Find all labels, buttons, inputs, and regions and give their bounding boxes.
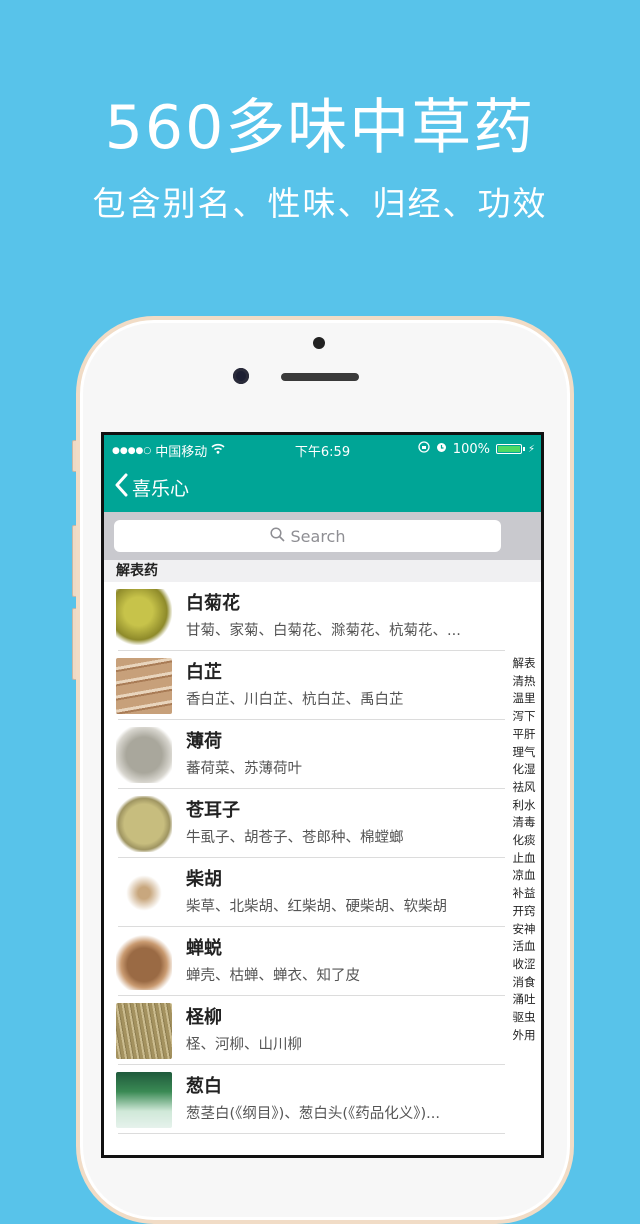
list-item[interactable]: 蝉蜕 蝉壳、枯蝉、蝉衣、知了皮 bbox=[104, 927, 541, 996]
list-item[interactable]: 柽柳 柽、河柳、山川柳 bbox=[104, 996, 541, 1065]
herb-name: 白芷 bbox=[186, 661, 222, 683]
index-item[interactable]: 活血 bbox=[513, 938, 536, 956]
herb-aliases: 牛虱子、胡苍子、苍郎种、棉螳螂 bbox=[186, 829, 404, 846]
herb-thumbnail bbox=[116, 1071, 172, 1128]
herb-aliases: 蝉壳、枯蝉、蝉衣、知了皮 bbox=[186, 967, 360, 984]
front-camera bbox=[233, 368, 249, 384]
index-item[interactable]: 收涩 bbox=[513, 956, 536, 974]
alarm-icon bbox=[436, 441, 447, 457]
promo-subline: 包含别名、性味、归经、功效 bbox=[92, 184, 548, 223]
index-item[interactable]: 平肝 bbox=[513, 726, 536, 744]
index-item[interactable]: 化湿 bbox=[513, 761, 536, 779]
list-item[interactable]: 白菊花 甘菊、家菊、白菊花、滁菊花、杭菊花、... bbox=[104, 582, 541, 651]
search-bar: Search bbox=[104, 512, 541, 560]
index-item[interactable]: 涌吐 bbox=[513, 991, 536, 1009]
herb-aliases: 蕃荷菜、苏薄荷叶 bbox=[186, 760, 302, 777]
herb-name: 葱白 bbox=[186, 1075, 222, 1097]
index-item[interactable]: 化痰 bbox=[513, 832, 536, 850]
index-item[interactable]: 解表 bbox=[513, 655, 536, 673]
index-item[interactable]: 祛风 bbox=[513, 779, 536, 797]
herb-aliases: 香白芷、川白芷、杭白芷、禹白芷 bbox=[186, 691, 404, 708]
herb-name: 白菊花 bbox=[186, 592, 240, 614]
index-item[interactable]: 利水 bbox=[513, 797, 536, 815]
list-item[interactable]: 白芷 香白芷、川白芷、杭白芷、禹白芷 bbox=[104, 651, 541, 720]
charging-icon: ⚡ bbox=[527, 443, 535, 455]
index-item[interactable]: 开窍 bbox=[513, 903, 536, 921]
herb-thumbnail bbox=[116, 657, 172, 714]
herb-name: 蝉蜕 bbox=[186, 937, 222, 959]
index-item[interactable]: 理气 bbox=[513, 744, 536, 762]
herb-thumbnail bbox=[116, 726, 172, 783]
navigation-bar: 喜乐心 bbox=[104, 463, 541, 512]
index-item[interactable]: 外用 bbox=[513, 1027, 536, 1045]
search-icon bbox=[269, 526, 285, 546]
index-item[interactable]: 清热 bbox=[513, 673, 536, 691]
herb-thumbnail bbox=[116, 588, 172, 645]
section-index[interactable]: 解表 清热 温里 泻下 平肝 理气 化湿 祛风 利水 清毒 化痰 止血 凉血 补… bbox=[509, 655, 539, 1044]
section-header: 解表药 bbox=[104, 560, 541, 582]
herb-thumbnail bbox=[116, 933, 172, 990]
herb-thumbnail bbox=[116, 795, 172, 852]
chevron-left-icon bbox=[114, 473, 128, 502]
index-item[interactable]: 安神 bbox=[513, 921, 536, 939]
index-item[interactable]: 清毒 bbox=[513, 814, 536, 832]
battery-percent: 100% bbox=[452, 441, 490, 457]
list-item[interactable]: 薄荷 蕃荷菜、苏薄荷叶 bbox=[104, 720, 541, 789]
index-item[interactable]: 止血 bbox=[513, 850, 536, 868]
herb-aliases: 葱茎白(《纲目》)、葱白头(《药品化义》)... bbox=[186, 1105, 440, 1122]
status-bar: ●●●●○ 中国移动 下午6:59 100% ⚡ bbox=[104, 435, 541, 463]
herb-name: 薄荷 bbox=[186, 730, 222, 752]
list-item[interactable]: 柴胡 柴草、北柴胡、红柴胡、硬柴胡、软柴胡 bbox=[104, 858, 541, 927]
search-input[interactable]: Search bbox=[114, 520, 501, 552]
index-item[interactable]: 温里 bbox=[513, 690, 536, 708]
back-label: 喜乐心 bbox=[132, 478, 190, 500]
phone-screen: ●●●●○ 中国移动 下午6:59 100% ⚡ 喜乐心 Search 解表药 … bbox=[101, 432, 544, 1158]
search-placeholder: Search bbox=[290, 526, 346, 546]
back-button[interactable]: 喜乐心 bbox=[114, 473, 189, 502]
rotation-lock-icon bbox=[418, 441, 430, 457]
index-item[interactable]: 消食 bbox=[513, 974, 536, 992]
herb-thumbnail bbox=[116, 864, 172, 921]
battery-icon bbox=[495, 444, 525, 454]
herb-list: 白菊花 甘菊、家菊、白菊花、滁菊花、杭菊花、... 白芷 香白芷、川白芷、杭白芷… bbox=[104, 582, 541, 1134]
index-item[interactable]: 驱虫 bbox=[513, 1009, 536, 1027]
herb-thumbnail bbox=[116, 1002, 172, 1059]
index-item[interactable]: 补益 bbox=[513, 885, 536, 903]
index-item[interactable]: 凉血 bbox=[513, 867, 536, 885]
herb-aliases: 甘菊、家菊、白菊花、滁菊花、杭菊花、... bbox=[186, 622, 461, 639]
herb-name: 柴胡 bbox=[186, 868, 222, 890]
promo-headline: 560多味中草药 bbox=[104, 93, 536, 163]
earpiece-speaker bbox=[281, 373, 359, 381]
list-item[interactable]: 葱白 葱茎白(《纲目》)、葱白头(《药品化义》)... bbox=[104, 1065, 541, 1134]
herb-aliases: 柽、河柳、山川柳 bbox=[186, 1036, 302, 1053]
herb-name: 苍耳子 bbox=[186, 799, 240, 821]
herb-aliases: 柴草、北柴胡、红柴胡、硬柴胡、软柴胡 bbox=[186, 898, 447, 915]
index-item[interactable]: 泻下 bbox=[513, 708, 536, 726]
herb-name: 柽柳 bbox=[186, 1006, 222, 1028]
list-item[interactable]: 苍耳子 牛虱子、胡苍子、苍郎种、棉螳螂 bbox=[104, 789, 541, 858]
proximity-sensor bbox=[313, 337, 325, 349]
